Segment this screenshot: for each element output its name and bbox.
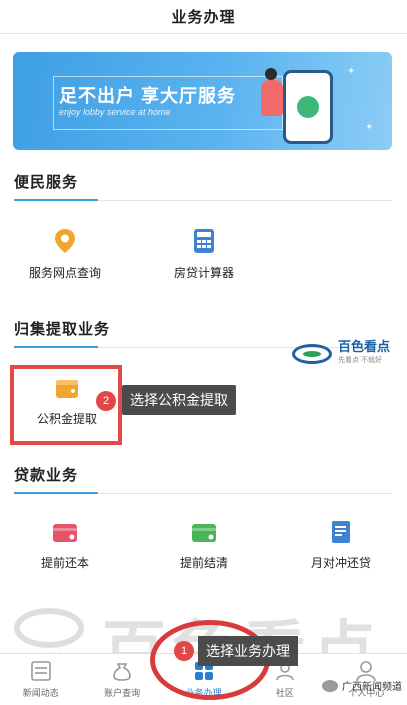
tile-early-settlement[interactable]: 提前结清	[139, 522, 269, 571]
step-tooltip-1: 选择业务办理	[198, 636, 298, 666]
tile-service-outlet-query[interactable]: 服务网点查询	[0, 228, 130, 281]
check-icon	[297, 96, 319, 118]
section-title-loan: 贷款业务	[14, 467, 79, 484]
tile-label: 月对冲还贷	[310, 556, 371, 570]
tab-news[interactable]: 新闻动态	[0, 654, 81, 705]
step-badge-1: 1	[174, 641, 194, 661]
section-divider	[14, 199, 392, 201]
banner-main-text: 足不出户 享大厅服务	[59, 86, 237, 106]
watermark-logo-text: 百色看点 先看点 不就好	[338, 339, 391, 365]
watermark-logo-icon	[292, 344, 332, 364]
tab-label: 账户查询	[104, 688, 141, 698]
promo-banner[interactable]: 足不出户 享大厅服务 enjoy lobby service at home ✦…	[13, 52, 392, 150]
money-bag-icon	[113, 663, 131, 681]
location-pin-icon	[55, 229, 75, 253]
step-tooltip-2: 选择公积金提取	[122, 385, 236, 415]
page-title: 业务办理	[171, 9, 236, 26]
person-illustration-head	[265, 68, 277, 80]
step-badge-2: 2	[96, 391, 116, 411]
tab-label: 新闻动态	[22, 688, 59, 698]
wechat-icon	[322, 679, 338, 692]
tab-label: 社区	[275, 688, 294, 698]
sparkle-icon: ✦	[365, 122, 374, 133]
watermark-logo: 百色看点 先看点 不就好	[292, 340, 390, 368]
tile-label: 服务网点查询	[28, 266, 101, 280]
tile-mortgage-calculator[interactable]: 房贷计算器	[139, 228, 269, 281]
tile-label: 房贷计算器	[173, 266, 234, 280]
tile-early-principal-repayment[interactable]: 提前还本	[0, 522, 130, 571]
calculator-icon	[194, 229, 214, 253]
footer-brand-text: 广西新闻频道	[342, 682, 402, 693]
document-icon	[332, 521, 350, 543]
section-divider	[14, 492, 392, 494]
tile-label: 提前结清	[179, 556, 228, 570]
banner-sub-text: enjoy lobby service at home	[59, 107, 171, 117]
card-icon	[53, 524, 77, 542]
tile-monthly-offset-repayment[interactable]: 月对冲还贷	[276, 520, 406, 571]
footer-brand: 广西新闻频道	[322, 678, 402, 693]
watermark-ring	[14, 608, 84, 648]
tile-label: 提前还本	[40, 556, 89, 570]
header-bar: 业务办理	[0, 0, 407, 34]
sparkle-icon: ✦	[347, 66, 356, 77]
section-title-convenience: 便民服务	[14, 174, 79, 191]
news-icon	[30, 661, 51, 681]
person-illustration	[261, 80, 283, 116]
card-check-icon	[192, 524, 216, 542]
section-title-withdraw: 归集提取业务	[14, 321, 111, 338]
